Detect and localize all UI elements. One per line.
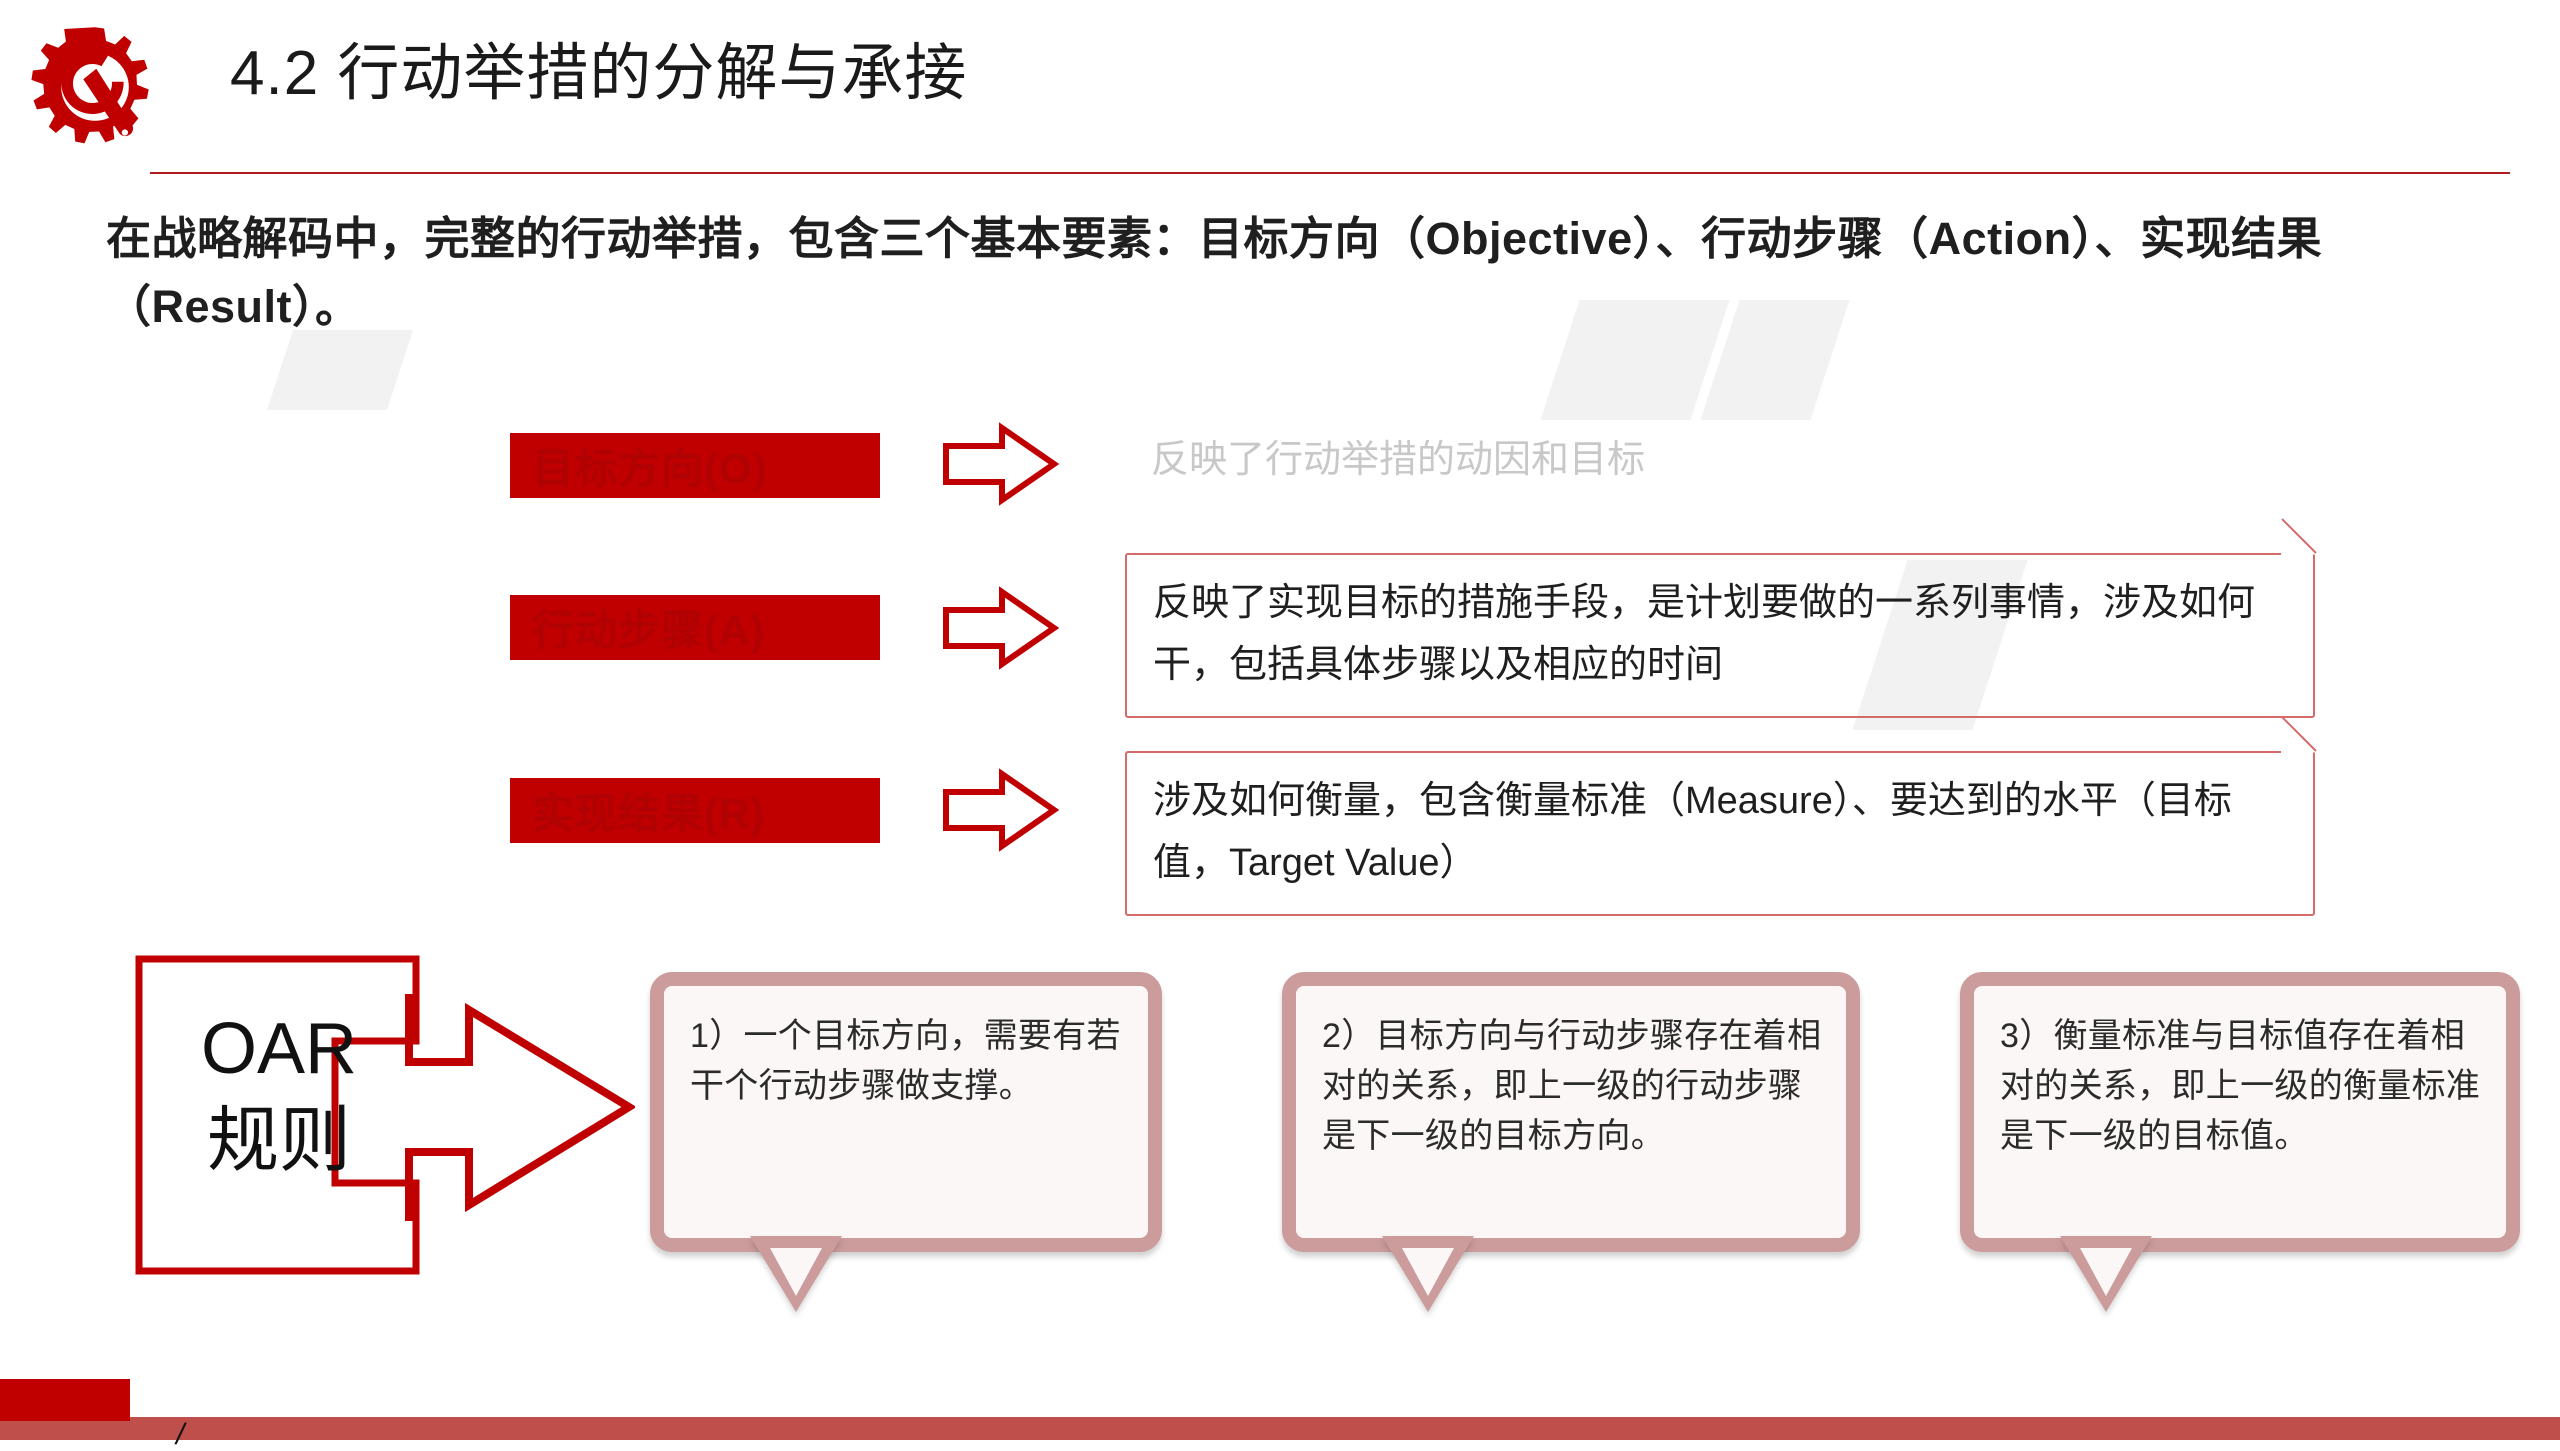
footer-slash: / (176, 1418, 185, 1451)
oar-rule-label: OAR 规则 (159, 1003, 399, 1187)
element-tag-label: 行动步骤(A) (532, 607, 766, 654)
intro-paragraph: 在战略解码中，完整的行动举措，包含三个基本要素：目标方向（Objective）、… (106, 213, 2323, 333)
element-description-objective: 反映了行动举措的动因和目标 (1151, 439, 1646, 481)
right-arrow-icon (940, 422, 1060, 506)
slide-header: 4.2 行动举措的分解与承接 (0, 0, 2560, 178)
element-tag-action: 行动步骤(A) (510, 595, 880, 660)
corner-notch (2281, 553, 2315, 587)
element-tag-label: 目标方向(O) (532, 445, 768, 492)
bubble-tail (2060, 1236, 2152, 1312)
title-divider (150, 172, 2510, 174)
right-arrow-icon (940, 768, 1060, 852)
element-description-text: 涉及如何衡量，包含衡量标准（Measure）、要达到的水平（目标值，Target… (1153, 780, 2232, 884)
oar-line-2: 规则 (206, 1101, 351, 1182)
oar-line-1: OAR (200, 1009, 358, 1089)
corner-notch-line (2281, 518, 2317, 554)
element-description-result: 涉及如何衡量，包含衡量标准（Measure）、要达到的水平（目标值，Target… (1125, 716, 2317, 917)
oar-rule-box: OAR 规则 (135, 955, 420, 1275)
bubble-tail (1382, 1236, 1474, 1312)
corner-notch-line (2281, 716, 2317, 752)
callout-bubble-1: 1）一个目标方向，需要有若干个行动步骤做支撑。 (650, 972, 1162, 1312)
element-tag-result: 实现结果(R) (510, 778, 880, 843)
bubble-tail (750, 1236, 842, 1312)
gear-wrench-icon (30, 22, 160, 152)
callout-text: 2）目标方向与行动步骤存在着相对的关系，即上一级的行动步骤是下一级的目标方向。 (1322, 1017, 1822, 1155)
footer-accent-block (0, 1379, 130, 1421)
callout-bubble-3: 3）衡量标准与目标值存在着相对的关系，即上一级的衡量标准是下一级的目标值。 (1960, 972, 2520, 1312)
footer-bar (0, 1417, 2560, 1440)
corner-notch (2281, 751, 2315, 785)
page-title: 4.2 行动举措的分解与承接 (230, 39, 968, 108)
element-tag-objective: 目标方向(O) (510, 433, 880, 498)
right-arrow-icon (940, 586, 1060, 670)
callout-text: 3）衡量标准与目标值存在着相对的关系，即上一级的衡量标准是下一级的目标值。 (2000, 1017, 2481, 1155)
background-chevron (267, 330, 413, 410)
callout-bubble-2: 2）目标方向与行动步骤存在着相对的关系，即上一级的行动步骤是下一级的目标方向。 (1282, 972, 1860, 1312)
right-arrow-icon (405, 990, 637, 1225)
element-description-text: 反映了实现目标的措施手段，是计划要做的一系列事情，涉及如何干，包括具体步骤以及相… (1153, 582, 2256, 686)
callout-text: 1）一个目标方向，需要有若干个行动步骤做支撑。 (690, 1017, 1121, 1105)
element-tag-label: 实现结果(R) (532, 790, 766, 837)
element-description-action: 反映了实现目标的措施手段，是计划要做的一系列事情，涉及如何干，包括具体步骤以及相… (1125, 518, 2317, 719)
